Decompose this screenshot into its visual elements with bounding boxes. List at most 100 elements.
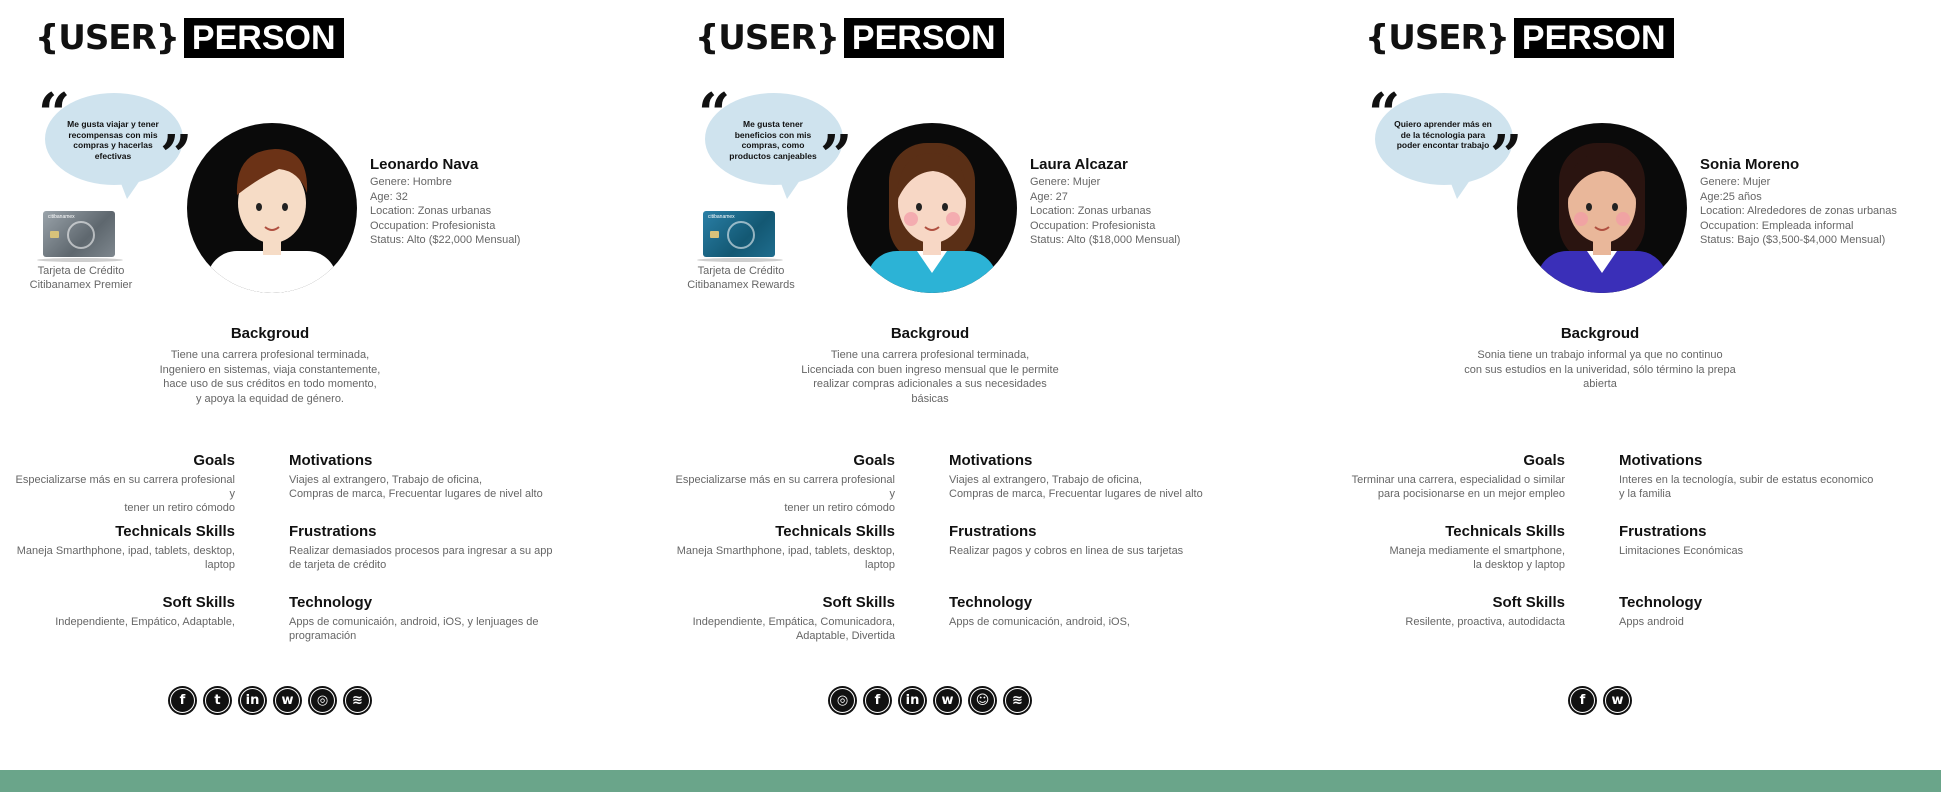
detail-line: Location: Zonas urbanas: [1030, 205, 1152, 217]
detail-line: Age: 32: [370, 190, 408, 203]
goals-line: Especializarse más en su carrera profesi…: [675, 474, 896, 500]
goals-text: Especializarse más en su carrera profesi…: [669, 473, 896, 515]
soft-section: Soft Skills Independiente, Empática, Comu…: [669, 594, 895, 643]
goals-section: Goals Especializarse más en su carrera pr…: [669, 452, 896, 515]
title-person: PERSON: [183, 18, 344, 58]
detail-line: Genere: Mujer: [1030, 176, 1101, 188]
technology-text: Apps android: [1619, 615, 1909, 629]
soft-line: Adaptable, Divertida: [795, 630, 895, 642]
motivations-text: Viajes al extrangero, Trabajo de oficina…: [289, 473, 579, 501]
background-line: Ingeniero en sistemas, viaja constanteme…: [159, 363, 381, 376]
goals-section: Goals Especializarse más en su carrera pr…: [9, 452, 236, 515]
technical-line: la desktop y laptop: [1473, 559, 1565, 571]
motivations-text: Viajes al extrangero, Trabajo de oficina…: [949, 473, 1239, 501]
persona-details: Genere: Mujer Age:25 años Location: Alrede…: [1700, 175, 1941, 248]
goals-text: Especializarse más en su carrera profesi…: [9, 473, 236, 515]
credit-card-image: citibanamex: [703, 211, 775, 257]
background-line: Licenciada con buen ingreso mensual que …: [801, 363, 1059, 376]
technical-line: Maneja mediamente el smartphone,: [1389, 545, 1565, 557]
motivations-line: Viajes al extrangero, Trabajo de oficina…: [949, 474, 1143, 486]
footer-bar: [0, 770, 1941, 792]
motivations-text: Interes en la tecnología, subir de estat…: [1619, 473, 1909, 501]
goals-heading: Goals: [193, 452, 235, 469]
facebook-icon[interactable]: f: [168, 686, 197, 715]
avatar: [1517, 123, 1687, 293]
background-text: Sonia tiene un trabajo informal ya que n…: [1460, 348, 1740, 392]
soft-section: Soft Skills Resilente, proactiva, autodid…: [1339, 594, 1565, 629]
technical-text: Maneja Smarthphone, ipad, tablets, deskt…: [9, 544, 235, 572]
background-text: Tiene una carrera profesional terminada,…: [130, 348, 410, 406]
persona-title: {USER} PERSON: [1365, 18, 1674, 58]
soft-line: Resilente, proactiva, autodidacta: [1405, 616, 1565, 628]
title-user: {USER}: [1365, 18, 1510, 58]
frustrations-heading: Frustrations: [1619, 523, 1707, 540]
credit-card-image: citibanamex: [43, 211, 115, 257]
soft-text: Resilente, proactiva, autodidacta: [1339, 615, 1565, 629]
detail-line: Age:25 años: [1700, 190, 1762, 203]
frustrations-line: Limitaciones Económicas: [1619, 545, 1744, 557]
title-user: {USER}: [35, 18, 180, 58]
spotify-icon[interactable]: ≋: [1003, 686, 1032, 715]
detail-line: Genere: Hombre: [370, 176, 452, 188]
soft-heading: Soft Skills: [822, 594, 895, 611]
open-quote-icon: “: [698, 81, 731, 147]
goals-line: Especializarse más en su carrera profesi…: [15, 474, 236, 500]
goals-line: para pocisionarse en un mejor empleo: [1377, 488, 1565, 500]
technology-section: Technology Apps de comunicaión, android, …: [289, 594, 579, 643]
whatsapp-icon[interactable]: w: [1603, 686, 1632, 715]
motivations-line: Compras de marca, Frecuentar lugares de …: [949, 488, 1203, 500]
facebook-icon[interactable]: f: [1568, 686, 1597, 715]
background-line: básicas: [911, 392, 949, 405]
snapchat-icon[interactable]: ☺: [968, 686, 997, 715]
motivations-heading: Motivations: [949, 452, 1033, 469]
persona-card: {USER} PERSON Me gusta tener beneficios co…: [660, 0, 1320, 770]
technical-text: Maneja mediamente el smartphone, la deskt…: [1339, 544, 1565, 572]
technology-text: Apps de comunicaión, android, iOS, y len…: [289, 615, 579, 643]
background-line: y apoya la equidad de género.: [195, 392, 344, 405]
linkedin-icon[interactable]: in: [898, 686, 927, 715]
technical-line: laptop: [205, 559, 235, 571]
persona-details: Genere: Mujer Age: 27 Location: Zonas urba…: [1030, 175, 1320, 248]
motivations-section: Motivations Viajes al extrangero, Trabajo…: [289, 452, 579, 501]
technical-section: Technicals Skills Maneja Smarthphone, ipa…: [9, 523, 235, 572]
spotify-icon[interactable]: ≋: [343, 686, 372, 715]
technology-heading: Technology: [1619, 594, 1703, 611]
soft-text: Independiente, Empática, Comunicadora, Ad…: [669, 615, 895, 643]
whatsapp-icon[interactable]: w: [273, 686, 302, 715]
goals-heading: Goals: [1523, 452, 1565, 469]
frustrations-line: Realizar pagos y cobros en linea de sus …: [949, 545, 1184, 557]
detail-line: Status: Bajo ($3,500-$4,000 Mensual): [1700, 234, 1886, 246]
instagram-icon[interactable]: ◎: [828, 686, 857, 715]
quote-text: Me gusta tener beneficios con mis compra…: [729, 119, 817, 161]
frustrations-line: Realizar demasiados procesos para ingres…: [289, 545, 553, 557]
instagram-icon[interactable]: ◎: [308, 686, 337, 715]
soft-line: Independiente, Empática, Comunicadora,: [692, 616, 895, 628]
detail-line: Location: Zonas urbanas: [370, 205, 492, 217]
card-caption-line: Tarjeta de Crédito: [697, 265, 785, 277]
persona-card: {USER} PERSON Quiero aprender más en de la…: [1330, 0, 1941, 770]
linkedin-icon[interactable]: in: [238, 686, 267, 715]
facebook-icon[interactable]: f: [863, 686, 892, 715]
motivations-section: Motivations Viajes al extrangero, Trabajo…: [949, 452, 1239, 501]
card-caption-line: Tarjeta de Crédito: [37, 265, 125, 277]
detail-line: Status: Alto ($18,000 Mensual): [1030, 234, 1181, 246]
background-line: con sus estudios en la univeridad, sólo …: [1464, 363, 1736, 391]
whatsapp-icon[interactable]: w: [933, 686, 962, 715]
twitter-icon[interactable]: t: [203, 686, 232, 715]
soft-section: Soft Skills Independiente, Empático, Adap…: [9, 594, 235, 629]
background-line: Tiene una carrera profesional terminada,: [830, 349, 1030, 361]
social-icons: ◎ f in w ☺ ≋: [660, 686, 1200, 715]
technical-section: Technicals Skills Maneja mediamente el sm…: [1339, 523, 1565, 572]
technical-heading: Technicals Skills: [115, 523, 235, 540]
detail-line: Status: Alto ($22,000 Mensual): [370, 234, 521, 246]
frustrations-heading: Frustrations: [289, 523, 377, 540]
goals-section: Goals Terminar una carrera, especialidad …: [1339, 452, 1565, 501]
soft-line: Independiente, Empático, Adaptable,: [55, 616, 235, 628]
goals-heading: Goals: [853, 452, 895, 469]
persona-title: {USER} PERSON: [35, 18, 344, 58]
background-line: Sonia tiene un trabajo informal ya que n…: [1477, 349, 1723, 361]
goals-line: tener un retiro cómodo: [784, 502, 895, 514]
persona-name: Sonia Moreno: [1700, 156, 1800, 173]
frustrations-text: Realizar demasiados procesos para ingres…: [289, 544, 579, 572]
soft-heading: Soft Skills: [1492, 594, 1565, 611]
